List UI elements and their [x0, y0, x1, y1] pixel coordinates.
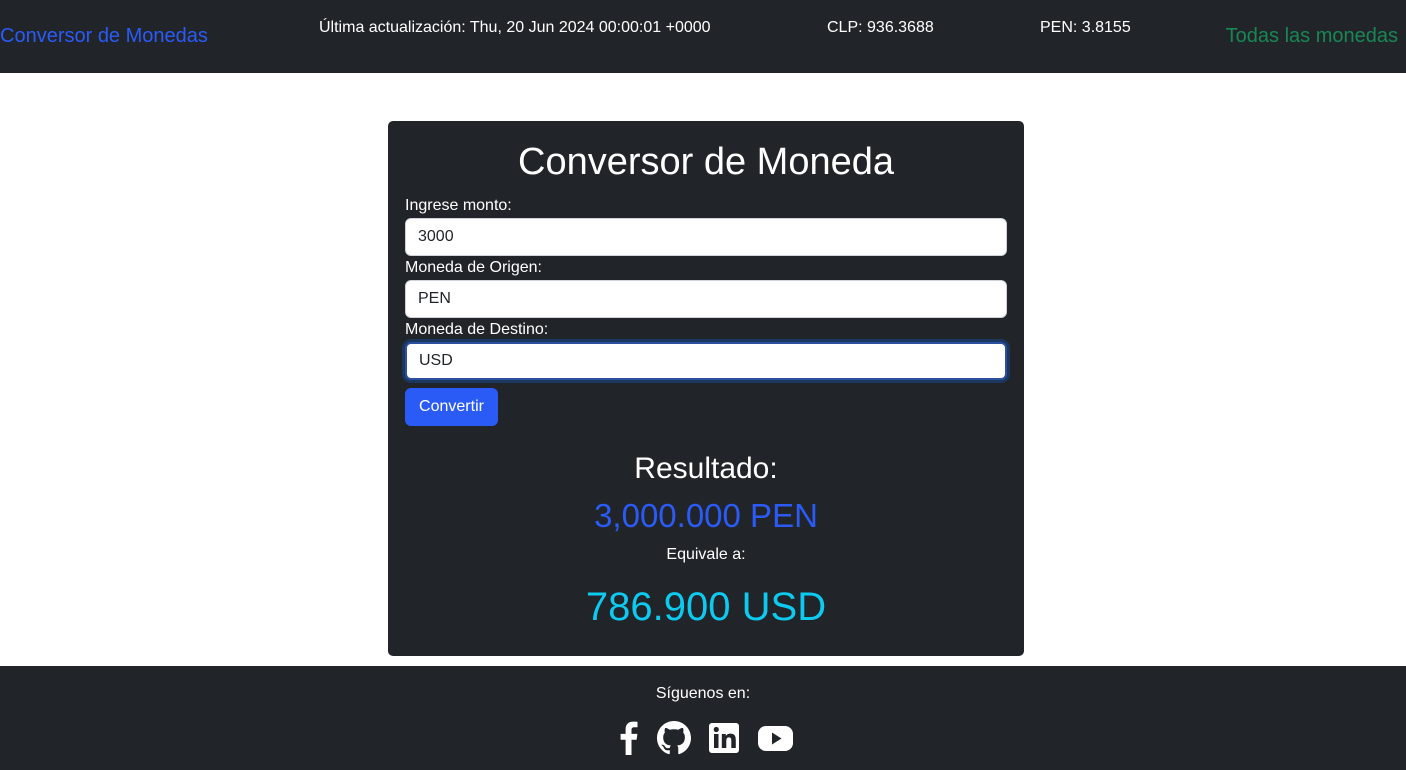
clp-rate: CLP: 936.3688	[827, 19, 934, 36]
destination-currency-label: Moneda de Destino:	[405, 321, 549, 338]
amount-label: Ingrese monto:	[405, 197, 512, 214]
linkedin-icon[interactable]	[708, 721, 740, 755]
youtube-icon[interactable]	[757, 721, 794, 755]
result-heading: Resultado:	[634, 452, 778, 485]
all-currencies-link[interactable]: Todas las monedas	[1226, 25, 1398, 48]
pen-rate: PEN: 3.8155	[1040, 19, 1131, 36]
brand-link[interactable]: Conversor de Monedas	[0, 25, 208, 48]
converter-title: Conversor de Moneda	[518, 141, 894, 183]
github-icon[interactable]	[657, 721, 691, 755]
footer: Síguenos en:	[0, 666, 1406, 770]
facebook-icon[interactable]	[617, 721, 639, 755]
result-source-amount: 3,000.000 PEN	[594, 497, 818, 534]
convert-button[interactable]: Convertir	[405, 388, 498, 426]
origin-currency-label: Moneda de Origen:	[405, 259, 542, 276]
converter-card: Conversor de Moneda Ingrese monto: Moned…	[388, 121, 1024, 656]
origin-currency-input[interactable]	[405, 280, 1007, 318]
result-target-amount: 786.900 USD	[585, 585, 827, 629]
destination-currency-input[interactable]	[405, 342, 1007, 380]
last-update-text: Última actualización: Thu, 20 Jun 2024 0…	[319, 19, 711, 36]
follow-us-text: Síguenos en:	[655, 685, 751, 702]
top-navbar: Conversor de Monedas Última actualizació…	[0, 0, 1406, 73]
equivalent-label: Equivale a:	[666, 546, 746, 563]
amount-input[interactable]	[405, 218, 1007, 256]
